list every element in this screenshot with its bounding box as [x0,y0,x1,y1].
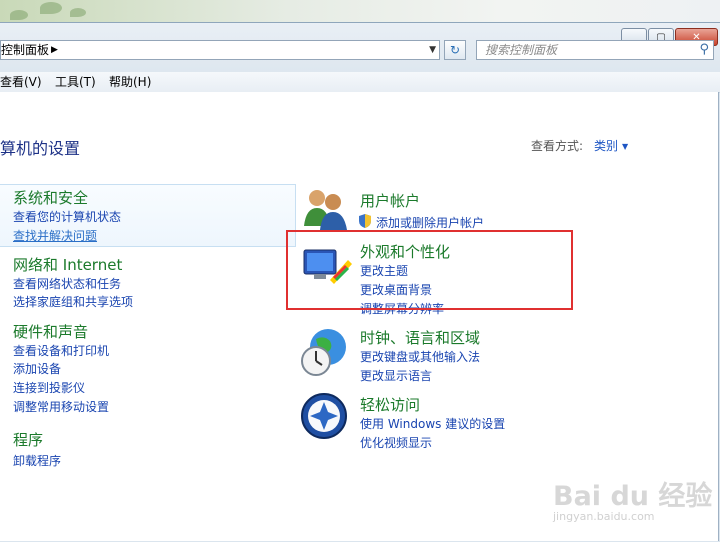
content-area: 算机的设置 查看方式: 类别 ▼ 系统和安全 查看您的计算机状态 查找并解决问题 … [0,92,719,541]
address-text: 控制面板 [1,43,50,57]
chevron-down-icon: ▼ [622,142,629,151]
page-title: 算机的设置 [0,139,81,158]
category-user-accounts[interactable]: 用户帐户 [360,190,420,211]
menu-view[interactable]: 查看(V) [0,72,42,92]
category-system-security[interactable]: 系统和安全 [13,187,88,208]
link-homegroup[interactable]: 选择家庭组和共享选项 [13,293,133,310]
baidu-watermark: Bai du 经验 [553,481,713,512]
link-change-keyboard[interactable]: 更改键盘或其他输入法 [360,348,480,365]
view-by-dropdown[interactable]: 类别 ▼ [594,137,628,154]
ease-of-access-icon[interactable] [300,392,348,440]
category-programs[interactable]: 程序 [13,429,43,450]
clock-globe-icon[interactable] [300,327,352,379]
search-input[interactable]: 搜索控制面板 ⚲ [476,40,714,60]
leaf-decoration [10,10,28,20]
category-clock-language-region[interactable]: 时钟、语言和区域 [360,327,480,348]
category-network-internet[interactable]: 网络和 Internet [13,254,122,275]
menu-bar: 查看(V) 工具(T) 帮助(H) [0,72,720,93]
menu-help[interactable]: 帮助(H) [109,72,151,92]
link-troubleshoot[interactable]: 查找并解决问题 [13,227,97,244]
view-by-label: 查看方式: [531,139,584,153]
address-row: 控制面板 ▶ ▼ ↻ 搜索控制面板 ⚲ [0,40,720,62]
link-change-display-language[interactable]: 更改显示语言 [360,367,432,384]
search-placeholder: 搜索控制面板 [485,43,558,57]
link-uninstall-program[interactable]: 卸载程序 [13,452,61,469]
category-hardware-sound[interactable]: 硬件和声音 [13,321,88,342]
link-add-remove-users[interactable]: 添加或删除用户帐户 [376,214,484,231]
baidu-watermark-url: jingyan.baidu.com [553,510,655,523]
address-dropdown-icon[interactable]: ▼ [429,41,436,59]
search-icon[interactable]: ⚲ [699,41,709,59]
link-optimize-video[interactable]: 优化视频显示 [360,434,432,451]
category-ease-of-access[interactable]: 轻松访问 [360,394,420,415]
breadcrumb-arrow-icon[interactable]: ▶ [51,41,58,59]
uac-shield-icon [359,214,371,228]
view-by-value: 类别 [594,139,619,153]
leaf-decoration [40,2,62,14]
refresh-button[interactable]: ↻ [444,40,466,60]
address-bar[interactable]: 控制面板 ▶ ▼ [0,40,440,60]
link-add-device[interactable]: 添加设备 [13,360,61,377]
link-mobility-settings[interactable]: 调整常用移动设置 [13,398,109,415]
link-devices-printers[interactable]: 查看设备和打印机 [13,342,109,359]
users-icon[interactable] [300,186,352,230]
refresh-icon: ↻ [449,43,461,57]
highlight-annotation-box [286,230,573,310]
menu-tools[interactable]: 工具(T) [55,72,96,92]
link-network-status[interactable]: 查看网络状态和任务 [13,275,121,292]
link-projector[interactable]: 连接到投影仪 [13,379,85,396]
leaf-decoration [70,8,86,17]
link-windows-suggested-settings[interactable]: 使用 Windows 建议的设置 [360,415,505,432]
link-view-computer-status[interactable]: 查看您的计算机状态 [13,208,121,225]
